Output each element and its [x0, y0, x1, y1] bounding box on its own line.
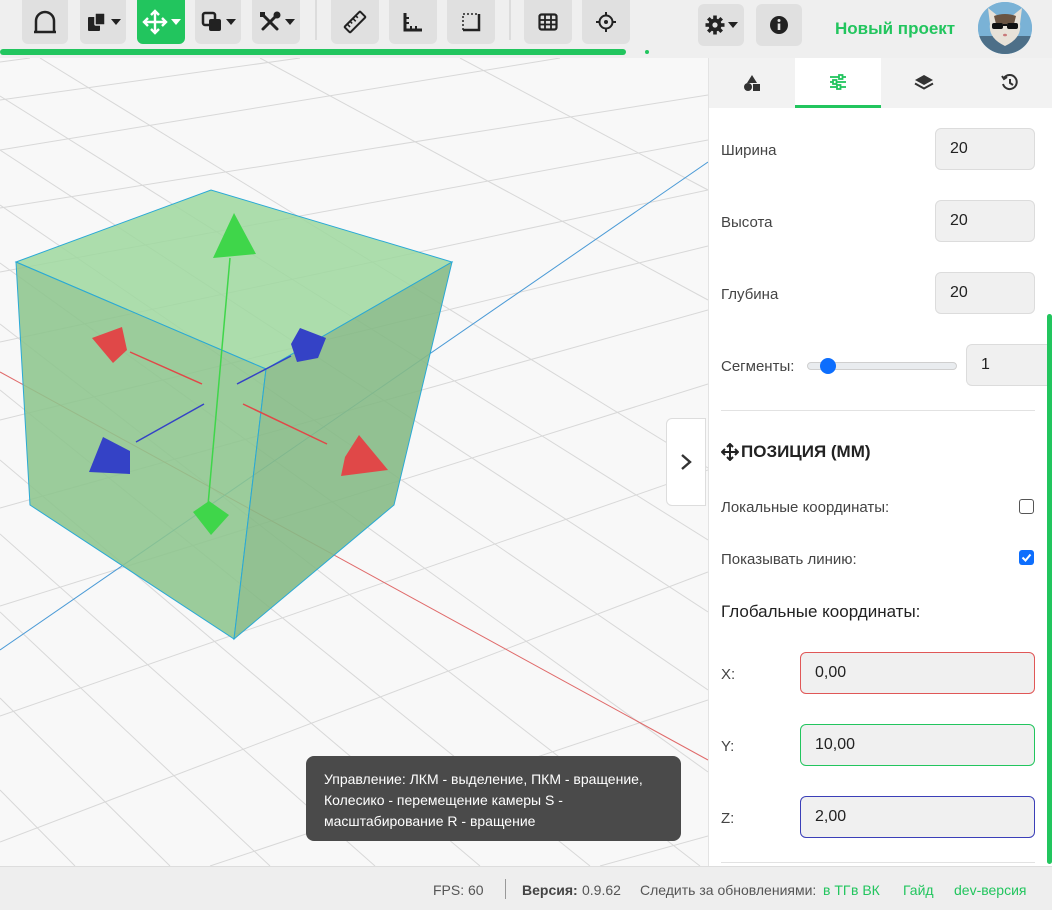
slider-thumb[interactable]: [820, 358, 836, 374]
segments-label: Сегменты:: [721, 358, 795, 375]
loading-progress-bar: [0, 49, 626, 55]
panel-scrollbar[interactable]: [1047, 314, 1052, 864]
guide-link[interactable]: Гайд: [903, 882, 934, 898]
check-icon: [1021, 553, 1032, 562]
cube-object: [14, 189, 454, 641]
global-coords-heading: Глобальные координаты:: [721, 602, 921, 621]
dimension-box-icon: [462, 13, 481, 32]
crosshair-icon: [596, 12, 616, 32]
status-bar: FPS: 60 Версия: 0.9.62 Следить за обновл…: [0, 866, 1052, 910]
move-icon: [721, 443, 739, 461]
viewport-3d[interactable]: Управление: ЛКМ - выделение, ПКМ - враще…: [0, 58, 708, 866]
collapse-panel-button[interactable]: [666, 418, 706, 506]
scene-canvas[interactable]: [0, 58, 708, 866]
panel-tabs: [709, 58, 1052, 108]
height-label: Высота: [721, 214, 773, 231]
tg-link[interactable]: в ТГ: [823, 882, 850, 898]
project-name[interactable]: Новый проект: [835, 19, 955, 39]
boolean-tool-button[interactable]: [195, 0, 241, 44]
follow-label: Следить за обновлениями:: [640, 882, 817, 898]
tab-shapes[interactable]: [709, 58, 795, 108]
tools-tool-button[interactable]: [252, 0, 300, 44]
toolbar-divider: [509, 0, 511, 40]
toolbar: [0, 0, 708, 58]
chevron-down-icon: [284, 19, 295, 25]
chevron-right-icon: [681, 454, 692, 470]
version-label: Версия:: [522, 882, 578, 898]
show-line-label: Показывать линию:: [721, 551, 857, 568]
shapes-icon: [87, 12, 106, 31]
local-coords-checkbox[interactable]: [1019, 499, 1034, 514]
section-divider: [721, 862, 1035, 863]
avatar[interactable]: [978, 2, 1032, 54]
header: Новый проект: [698, 0, 1052, 58]
z-label: Z:: [721, 810, 735, 827]
angle-ruler-icon: [403, 13, 422, 32]
version-value: 0.9.62: [582, 882, 621, 898]
settings-button[interactable]: [698, 4, 744, 46]
z-input[interactable]: 2,00: [800, 796, 1035, 838]
sliders-icon: [830, 73, 846, 90]
target-tool-button[interactable]: [582, 0, 630, 44]
arch-icon: [34, 10, 56, 34]
history-icon: [1001, 74, 1018, 91]
chevron-down-icon: [727, 22, 738, 28]
show-line-checkbox[interactable]: [1019, 550, 1034, 565]
position-section-title: ПОЗИЦИЯ (ММ): [721, 442, 871, 462]
ruler-icon: [343, 10, 367, 34]
position-title-text: ПОЗИЦИЯ (ММ): [741, 442, 871, 461]
chevron-down-icon: [170, 19, 181, 25]
x-label: X:: [721, 666, 736, 683]
x-input[interactable]: 0,00: [800, 652, 1035, 694]
properties-panel: Ширина 20 Высота 20 Глубина 20 Сегменты:…: [708, 58, 1052, 866]
shapes-icon: [744, 75, 760, 91]
depth-label: Глубина: [721, 286, 779, 303]
width-label: Ширина: [721, 142, 777, 159]
tab-layers[interactable]: [881, 58, 967, 108]
layers-icon: [914, 75, 934, 90]
grid-tool-button[interactable]: [524, 0, 572, 44]
fps-counter: FPS: 60: [433, 882, 484, 898]
ruler-tool-button[interactable]: [331, 0, 379, 44]
local-coords-label: Локальные координаты:: [721, 499, 890, 516]
chevron-down-icon: [110, 19, 121, 25]
status-divider: [505, 879, 506, 899]
sketch-tool-button[interactable]: [22, 0, 68, 44]
toolbar-divider: [315, 0, 317, 40]
info-icon: [770, 16, 788, 34]
segments-input[interactable]: 1: [966, 344, 1052, 386]
width-input[interactable]: 20: [935, 128, 1035, 170]
section-divider: [721, 410, 1035, 411]
segments-slider[interactable]: [807, 358, 957, 374]
move-icon: [141, 9, 168, 35]
depth-input[interactable]: 20: [935, 272, 1035, 314]
gear-icon: [705, 15, 724, 35]
shapes-tool-button[interactable]: [80, 0, 126, 44]
angle-tool-button[interactable]: [389, 0, 437, 44]
y-input[interactable]: 10,00: [800, 724, 1035, 766]
boolean-icon: [201, 11, 221, 31]
vk-link[interactable]: в ВК: [851, 882, 880, 898]
tab-properties[interactable]: [795, 58, 881, 108]
grid-icon: [538, 13, 558, 31]
progress-indicator: [645, 50, 649, 54]
controls-hint: Управление: ЛКМ - выделение, ПКМ - враще…: [306, 756, 681, 841]
y-label: Y:: [721, 738, 735, 755]
tab-history[interactable]: [967, 58, 1052, 108]
dev-version-link[interactable]: dev-версия: [954, 882, 1027, 898]
wrench-screwdriver-icon: [259, 11, 280, 31]
dimension-tool-button[interactable]: [447, 0, 495, 44]
move-tool-button[interactable]: [137, 0, 185, 44]
height-input[interactable]: 20: [935, 200, 1035, 242]
chevron-down-icon: [225, 19, 236, 25]
info-button[interactable]: [756, 4, 802, 46]
